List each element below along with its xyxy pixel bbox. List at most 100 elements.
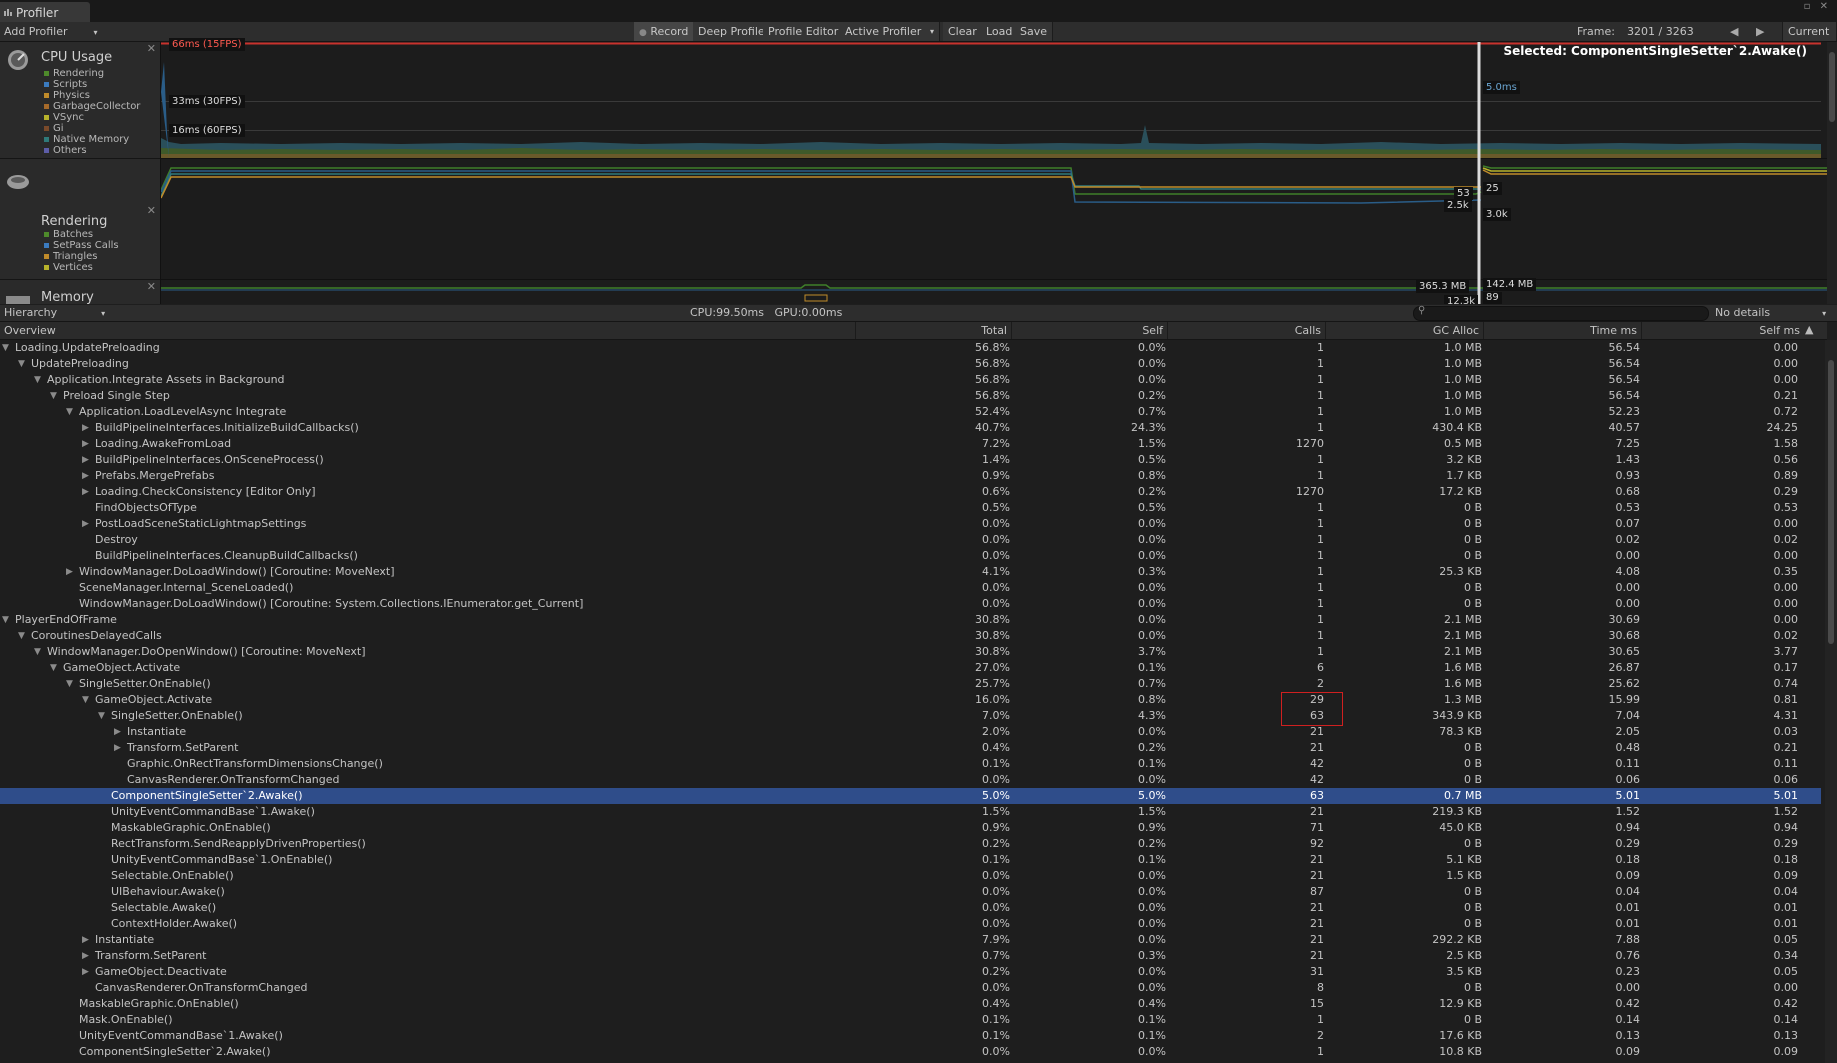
column-self-ms[interactable]: Self ms <box>1642 322 1804 339</box>
legend-item[interactable]: Native Memory <box>44 134 140 145</box>
expand-down-icon[interactable]: ▼ <box>50 660 60 676</box>
column-calls[interactable]: Calls <box>1168 322 1326 339</box>
load-button[interactable]: Load <box>981 22 1019 41</box>
expand-down-icon[interactable]: ▼ <box>2 612 12 628</box>
column-self[interactable]: Self <box>1012 322 1168 339</box>
table-row[interactable]: ▼ GameObject.Activate 27.0% 0.1% 6 1.6 MB 26.8… <box>0 660 1821 676</box>
expand-right-icon[interactable]: ▶ <box>82 516 92 532</box>
expand-down-icon[interactable]: ▼ <box>82 692 92 708</box>
table-row[interactable]: CanvasRenderer.OnTransformChanged 0.0% 0.0… <box>0 980 1821 996</box>
table-row[interactable]: SceneManager.Internal_SceneLoaded() 0.0% 0… <box>0 580 1821 596</box>
charts-scrollbar[interactable] <box>1827 42 1837 304</box>
table-row[interactable]: ▶ BuildPipelineInterfaces.OnSceneProcess(… <box>0 452 1821 468</box>
expand-right-icon[interactable]: ▶ <box>82 420 92 436</box>
table-row[interactable]: ▶ WindowManager.DoLoadWindow() [Coroutine… <box>0 564 1821 580</box>
expand-down-icon[interactable]: ▼ <box>98 708 108 724</box>
table-scrollbar-thumb[interactable] <box>1828 360 1834 644</box>
expand-down-icon[interactable]: ▼ <box>50 388 60 404</box>
add-profiler-dropdown[interactable]: Add Profiler ▾ <box>4 22 98 41</box>
expand-right-icon[interactable]: ▶ <box>114 740 124 756</box>
legend-item[interactable]: Gi <box>44 123 140 134</box>
expand-right-icon[interactable]: ▶ <box>82 932 92 948</box>
expand-down-icon[interactable]: ▼ <box>18 628 28 644</box>
save-button[interactable]: Save <box>1015 22 1054 41</box>
table-row[interactable]: ▼ SingleSetter.OnEnable() 7.0% 4.3% 63 343.9 … <box>0 708 1821 724</box>
expand-right-icon[interactable]: ▶ <box>82 436 92 452</box>
column-total[interactable]: Total <box>856 322 1012 339</box>
expand-down-icon[interactable]: ▼ <box>34 372 44 388</box>
active-profiler-dropdown[interactable]: Active Profiler ▾ <box>840 22 940 41</box>
details-dropdown[interactable]: No details ▾ <box>1715 306 1826 319</box>
expand-right-icon[interactable]: ▶ <box>82 964 92 980</box>
legend-item[interactable]: GarbageCollector <box>44 101 140 112</box>
table-row[interactable]: ▶ Loading.AwakeFromLoad 7.2% 1.5% 1270 0.5 MB… <box>0 436 1821 452</box>
expand-right-icon[interactable]: ▶ <box>114 724 124 740</box>
column-time-ms[interactable]: Time ms <box>1484 322 1642 339</box>
table-row[interactable]: MaskableGraphic.OnEnable() 0.9% 0.9% 71 45.0… <box>0 820 1821 836</box>
current-frame-button[interactable]: Current <box>1782 22 1837 41</box>
search-input[interactable]: ⚲ <box>1413 305 1709 321</box>
sort-ascending-icon[interactable]: ▲ <box>1805 323 1813 336</box>
column-gc-alloc[interactable]: GC Alloc <box>1326 322 1484 339</box>
table-row[interactable]: ▶ Transform.SetParent 0.4% 0.2% 21 0 B 0.48 0.2… <box>0 740 1821 756</box>
table-row[interactable]: ▶ GameObject.Deactivate 0.2% 0.0% 31 3.5 KB 0.… <box>0 964 1821 980</box>
table-row[interactable]: MaskableGraphic.OnEnable() 0.4% 0.4% 15 12.9… <box>0 996 1821 1012</box>
expand-down-icon[interactable]: ▼ <box>34 644 44 660</box>
expand-down-icon[interactable]: ▼ <box>66 676 76 692</box>
table-row[interactable]: ▼ SingleSetter.OnEnable() 25.7% 0.7% 2 1.6 MB… <box>0 676 1821 692</box>
table-row[interactable]: ComponentSingleSetter`2.Awake() 0.0% 0.0% 1… <box>0 1044 1821 1060</box>
legend-item[interactable]: Triangles <box>44 251 119 262</box>
expand-down-icon[interactable]: ▼ <box>2 340 12 356</box>
table-row[interactable]: ▼ CoroutinesDelayedCalls 30.8% 0.0% 1 2.1 MB 3… <box>0 628 1821 644</box>
table-row[interactable]: ▶ Prefabs.MergePrefabs 0.9% 0.8% 1 1.7 KB 0.93… <box>0 468 1821 484</box>
table-row[interactable]: ▼ PlayerEndOfFrame 30.8% 0.0% 1 2.1 MB 30.69 0.… <box>0 612 1821 628</box>
deep-profile-button[interactable]: Deep Profile <box>693 22 771 41</box>
module-memory[interactable]: Memory ✕ <box>0 280 160 305</box>
table-row[interactable]: Graphic.OnRectTransformDimensionsChange(… <box>0 756 1821 772</box>
table-row[interactable]: FindObjectsOfType 0.5% 0.5% 1 0 B 0.53 0.53 <box>0 500 1821 516</box>
view-mode-dropdown[interactable]: Hierarchy ▾ <box>4 306 105 319</box>
table-row-selected[interactable]: ComponentSingleSetter`2.Awake() 5.0% 5.0% 6… <box>0 788 1821 804</box>
profiler-charts[interactable]: 66ms (15FPS) 33ms (30FPS) 16ms (60FPS) S… <box>161 38 1827 304</box>
legend-item[interactable]: Physics <box>44 90 140 101</box>
table-row[interactable]: ▶ BuildPipelineInterfaces.InitializeBuild… <box>0 420 1821 436</box>
table-row[interactable]: BuildPipelineInterfaces.CleanupBuildCall… <box>0 548 1821 564</box>
table-row[interactable]: ▼ Preload Single Step 56.8% 0.2% 1 1.0 MB 56.5… <box>0 388 1821 404</box>
table-row[interactable]: Mask.OnEnable() 0.1% 0.1% 1 0 B 0.14 0.14 <box>0 1012 1821 1028</box>
table-row[interactable]: UnityEventCommandBase`1.Awake() 0.1% 0.1% 2… <box>0 1028 1821 1044</box>
table-scrollbar[interactable] <box>1825 340 1837 1063</box>
table-row[interactable]: ▼ Application.LoadLevelAsync Integrate 52.… <box>0 404 1821 420</box>
table-row[interactable]: Destroy 0.0% 0.0% 1 0 B 0.02 0.02 <box>0 532 1821 548</box>
tab-profiler[interactable]: Profiler <box>0 2 90 22</box>
table-row[interactable]: ▼ WindowManager.DoOpenWindow() [Coroutine… <box>0 644 1821 660</box>
close-icon[interactable]: ✕ <box>147 204 156 217</box>
record-button[interactable]: ● Record <box>634 22 695 41</box>
table-row[interactable]: UnityEventCommandBase`1.Awake() 1.5% 1.5% 2… <box>0 804 1821 820</box>
table-row[interactable]: Selectable.Awake() 0.0% 0.0% 21 0 B 0.01 0.01 <box>0 900 1821 916</box>
profile-editor-button[interactable]: Profile Editor <box>763 22 845 41</box>
next-frame-icon[interactable]: ▶ <box>1756 22 1764 41</box>
legend-item[interactable]: Batches <box>44 229 119 240</box>
table-row[interactable]: UnityEventCommandBase`1.OnEnable() 0.1% 0.… <box>0 852 1821 868</box>
table-row[interactable]: ▼ GameObject.Activate 16.0% 0.8% 29 1.3 MB 15.… <box>0 692 1821 708</box>
column-overview[interactable]: Overview <box>0 322 856 339</box>
clear-button[interactable]: Clear <box>943 22 983 41</box>
table-row[interactable]: ▶ Transform.SetParent 0.7% 0.3% 21 2.5 KB 0.76… <box>0 948 1821 964</box>
table-row[interactable]: ▼ Application.Integrate Assets in Backgro… <box>0 372 1821 388</box>
prev-frame-icon[interactable]: ◀ <box>1730 22 1738 41</box>
table-row[interactable]: ▶ Loading.CheckConsistency [Editor Only] 0… <box>0 484 1821 500</box>
legend-item[interactable]: Vertices <box>44 262 119 273</box>
table-row[interactable]: Selectable.OnEnable() 0.0% 0.0% 21 1.5 KB 0.0… <box>0 868 1821 884</box>
expand-right-icon[interactable]: ▶ <box>82 484 92 500</box>
module-cpu-usage[interactable]: CPU Usage ✕ Rendering Scripts Physics Ga… <box>0 42 160 159</box>
module-rendering[interactable]: Rendering ✕ Batches SetPass Calls Triang… <box>0 159 160 280</box>
legend-item[interactable]: VSync <box>44 112 140 123</box>
legend-item[interactable]: Others <box>44 145 140 156</box>
table-row[interactable]: ▼ UpdatePreloading 56.8% 0.0% 1 1.0 MB 56.54 0.… <box>0 356 1821 372</box>
table-row[interactable]: ContextHolder.Awake() 0.0% 0.0% 21 0 B 0.01 0.… <box>0 916 1821 932</box>
expand-down-icon[interactable]: ▼ <box>66 404 76 420</box>
charts-scrollbar-thumb[interactable] <box>1829 52 1835 122</box>
legend-item[interactable]: SetPass Calls <box>44 240 119 251</box>
expand-right-icon[interactable]: ▶ <box>82 948 92 964</box>
close-icon[interactable]: ✕ <box>147 280 156 293</box>
